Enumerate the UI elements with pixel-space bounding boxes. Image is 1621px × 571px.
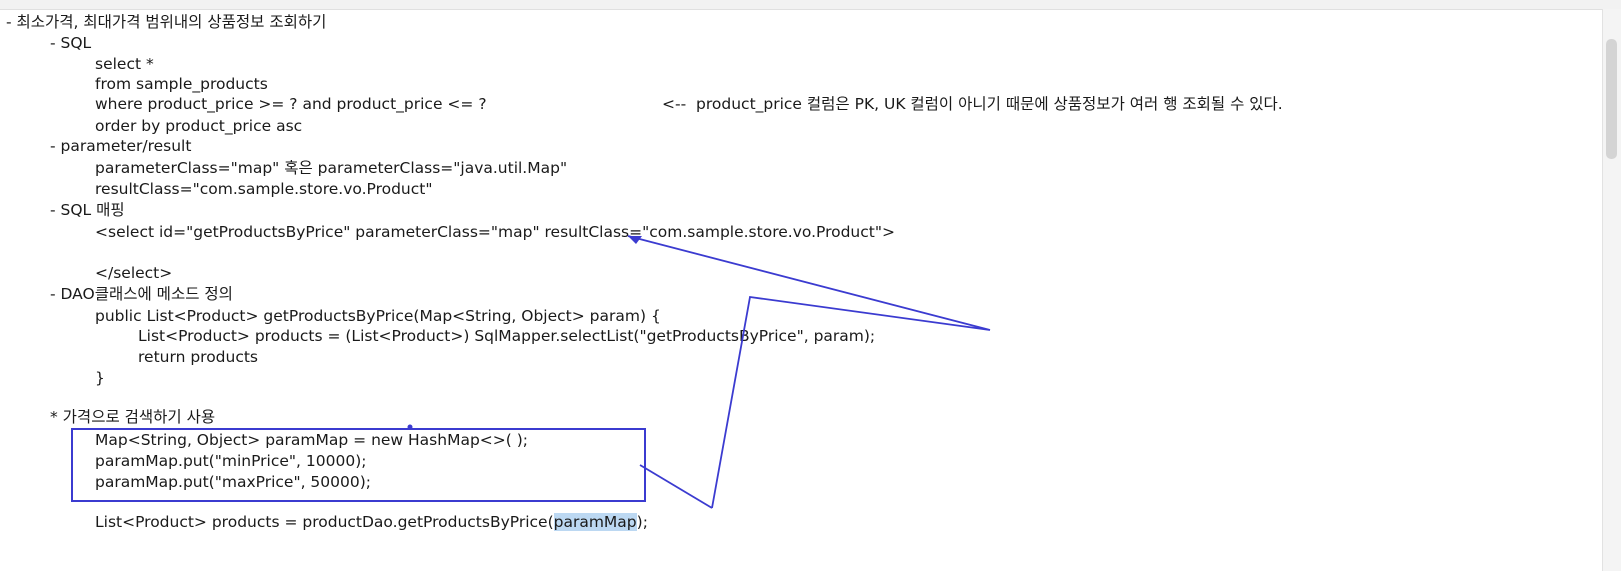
pen-annotations <box>407 235 991 509</box>
vertical-scrollbar[interactable] <box>1602 9 1621 571</box>
annotation-arrow-line <box>627 235 991 509</box>
scrollbar-thumb[interactable] <box>1606 39 1617 159</box>
pen-dot <box>407 424 413 430</box>
annotation-connector <box>639 464 713 509</box>
